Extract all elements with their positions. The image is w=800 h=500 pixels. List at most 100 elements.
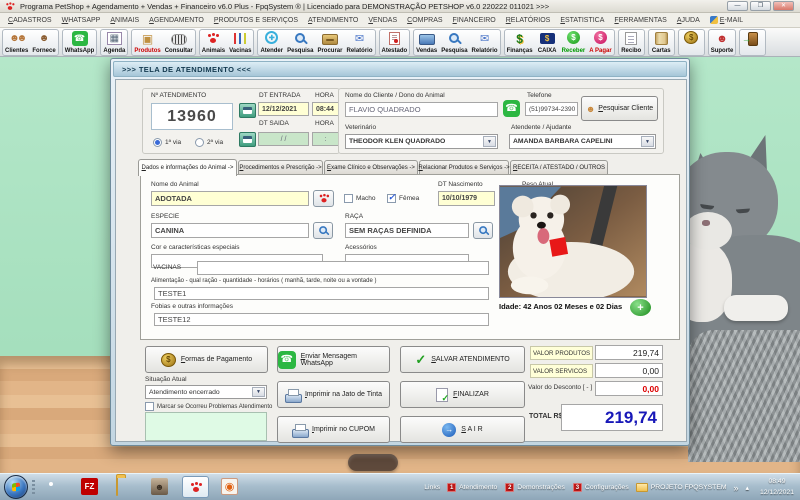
menu-item[interactable]: AGENDAMENTO (144, 17, 209, 24)
save-attendance-button[interactable]: ✓ SALVAR ATENDIMENTO (400, 346, 525, 373)
search-client-button[interactable]: ☻ Pesquisar Cliente (581, 96, 658, 121)
calendar-button[interactable] (239, 103, 256, 118)
links-toolbar-label[interactable]: Links (424, 484, 440, 491)
menu-item[interactable]: ESTATISTICA (555, 17, 609, 24)
toolbar-relatorio-button[interactable]: Relatório (344, 30, 374, 55)
menu-item[interactable]: COMPRAS (402, 17, 447, 24)
print-coupon-button[interactable]: Imprimir no CUPOM (277, 416, 390, 443)
attendant-dropdown[interactable]: AMANDA BARBARA CAPELINI (509, 134, 656, 149)
feeding-field[interactable]: TESTE1 (154, 287, 489, 300)
toolbar-clientes-button[interactable]: Clientes (3, 30, 30, 55)
finalize-button[interactable]: FINALIZAR (400, 381, 525, 408)
menu-item[interactable]: FINANCEIRO (448, 17, 501, 24)
female-checkbox[interactable]: Fêmea (387, 192, 419, 203)
vaccines-field[interactable] (197, 261, 489, 275)
toolbar-agenda-button[interactable]: Agenda (101, 30, 127, 55)
exit-button[interactable]: → S A I R (400, 416, 525, 443)
toolbar-recibo-button[interactable]: Recibo (619, 30, 644, 55)
chevron-overflow[interactable]: » (734, 483, 739, 493)
toolbar-consultar-button[interactable]: Consultar (163, 30, 195, 55)
hora-saida-field[interactable]: : (312, 132, 339, 146)
restore-button[interactable]: ❐ (750, 1, 771, 11)
toolbar-whatsapp-button[interactable]: WhatsApp (63, 30, 97, 55)
toolbar-vacinas-button[interactable]: Vacinas (227, 30, 253, 55)
menu-item[interactable]: ANIMAIS (105, 17, 144, 24)
menu-item[interactable]: CADASTROS (3, 17, 57, 24)
animal-name-field[interactable]: ADOTADA (151, 191, 309, 206)
via2-radio[interactable]: 2ª via (195, 138, 223, 147)
menu-item[interactable]: AJUDA (672, 17, 705, 24)
animal-paw-button[interactable] (313, 190, 334, 207)
hora-entrada-field[interactable]: 08:44 (312, 102, 339, 116)
toolbar-cartas-button[interactable]: Cartas (649, 30, 674, 55)
taskbar-clock[interactable]: 08:49 12/12/2021 (760, 477, 794, 499)
menu-item[interactable]: RELATÓRIOS (501, 17, 556, 24)
menu-item[interactable]: FERRAMENTAS (609, 17, 671, 24)
whatsapp-icon[interactable] (503, 100, 520, 117)
phone-field[interactable]: (51)99734-2390 (525, 102, 578, 116)
breed-search-button[interactable] (473, 222, 493, 239)
tab-relacionar-produtos[interactable]: Relacionar Produtos e Serviços -> (418, 160, 510, 175)
explorer-folder-icon[interactable] (116, 477, 118, 496)
attendance-number-field[interactable]: 13960 (151, 103, 233, 130)
toolbar-relatorio2-button[interactable]: Relatório (470, 30, 500, 55)
print-inkjet-button[interactable]: Imprimir na Jato de Tinta (277, 381, 390, 408)
filezilla-icon[interactable] (81, 478, 98, 495)
taskbar-shortcut[interactable]: 3 Configurações (572, 483, 629, 492)
toolbar-atestado-button[interactable]: Atestado (380, 30, 410, 55)
toolbar-animais-button[interactable]: Animais (200, 30, 227, 55)
add-photo-button[interactable] (630, 299, 651, 316)
tab-dados-animal[interactable]: Dados e informações do Animal -> (138, 159, 237, 176)
toolbar-pesquisa2-button[interactable]: Pesquisa (439, 30, 469, 55)
toolbar-procurar-button[interactable]: Procurar (315, 30, 344, 55)
toolbar-atender-button[interactable]: Atender (258, 30, 285, 55)
taskbar-shortcut[interactable]: 2 Demonstrações (505, 483, 565, 492)
payment-methods-button[interactable]: Formas de Pagamento (145, 346, 268, 373)
dialog-titlebar[interactable]: >>> TELA DE ATENDIMENTO <<< (113, 61, 687, 77)
taskbar-folder-button[interactable]: PROJETO FPQSYSTEM (635, 483, 727, 492)
products-value-field[interactable]: 219,74 (595, 345, 663, 360)
dt-saida-field[interactable]: / / (258, 132, 309, 146)
app-shortcut-icon[interactable] (151, 478, 168, 495)
calendar-button[interactable] (239, 132, 256, 147)
toolbar-produtos-button[interactable]: Produtos (132, 30, 162, 55)
tab-exame-clinico[interactable]: Exame Clínico e Observações -> (324, 160, 418, 175)
toolbar-receber-button[interactable]: Receber (560, 30, 588, 55)
tab-receita-atestado[interactable]: RECEITA / ATESTADO / OUTROS (510, 160, 608, 175)
via1-radio[interactable]: 1ª via (153, 138, 181, 147)
menu-item[interactable]: PRODUTOS E SERVIÇOS (209, 17, 303, 24)
discount-field[interactable]: 0,00 (595, 381, 663, 396)
tray-expand-arrow[interactable]: ▴ (746, 484, 749, 492)
menu-item[interactable]: WHATSAPP (57, 17, 106, 24)
eye-app-icon[interactable] (221, 478, 238, 495)
species-search-button[interactable] (313, 222, 333, 239)
toolbar-moeda-button[interactable] (679, 30, 704, 55)
vet-dropdown[interactable]: THEODOR KLEN QUADRADO (345, 134, 498, 149)
services-value-field[interactable]: 0,00 (595, 363, 663, 378)
toolbar-vendas-button[interactable]: Vendas (414, 30, 439, 55)
species-field[interactable]: CANINA (151, 223, 309, 238)
taskbar-shortcut[interactable]: 1 Atendimento (447, 483, 497, 492)
menu-item[interactable]: ATENDIMENTO (303, 17, 363, 24)
dt-entrada-field[interactable]: 12/12/2021 (258, 102, 309, 116)
status-dropdown[interactable]: Atendimento encerrado (145, 385, 267, 399)
menu-item[interactable]: VENDAS (363, 17, 402, 24)
minimize-button[interactable]: — (727, 1, 748, 11)
tab-procedimentos[interactable]: Procedimentos e Prescrição -> (238, 160, 323, 175)
send-whatsapp-button[interactable]: Enviar Mensagem WhatsApp (277, 346, 390, 373)
toolbar-caixa-button[interactable]: CAIXA (535, 30, 560, 55)
problem-notes-area[interactable] (145, 412, 267, 441)
toolbar-financas-button[interactable]: Finanças (505, 30, 535, 55)
breed-field[interactable]: SEM RAÇAS DEFINIDA (345, 223, 469, 238)
toolbar-sair-button[interactable] (740, 30, 765, 55)
menu-item-email[interactable]: E-MAIL (705, 16, 748, 24)
problem-checkbox[interactable]: Marcar se Ocorreu Problemas Atendimento (145, 402, 272, 411)
toolbar-suporte-button[interactable]: Suporte (709, 30, 736, 55)
birth-field[interactable]: 10/10/1979 (438, 191, 495, 206)
toolbar-pesquisa-button[interactable]: Pesquisa (285, 30, 315, 55)
male-checkbox[interactable]: Macho (344, 194, 376, 203)
phobias-field[interactable]: TESTE12 (154, 313, 489, 326)
start-button[interactable] (4, 475, 28, 499)
toolbar-apagar-button[interactable]: A Pagar (587, 30, 613, 55)
toolbar-fornecedor-button[interactable]: Fornece (30, 30, 57, 55)
